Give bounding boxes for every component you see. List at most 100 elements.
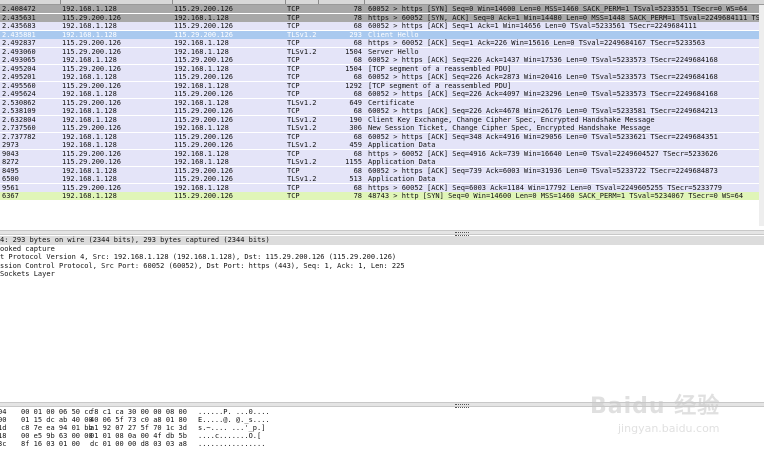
packet-destination: 192.168.1.128 (174, 183, 229, 192)
packet-row[interactable]: 2973 192.168.1.128 115.29.200.126 TLSv1.2 45… (0, 141, 764, 149)
column-divider-protocol[interactable] (285, 0, 286, 4)
packet-row[interactable]: 2.538109 192.168.1.128 115.29.200.126 TCP 68… (0, 107, 764, 115)
packet-info: New Session Ticket, Change Cipher Spec, … (368, 124, 651, 132)
ascii-dump: ......P. ...0.... (198, 408, 270, 416)
packet-row[interactable]: 2.632804 192.168.1.128 115.29.200.126 TLSv1… (0, 115, 764, 124)
packet-time: 2.435631 (2, 13, 36, 22)
packet-time: 2.493065 (2, 56, 36, 64)
packet-source: 115.29.200.126 (62, 39, 122, 47)
packet-destination: 192.168.1.128 (174, 149, 229, 158)
packet-row[interactable]: 2.737782 192.168.1.128 115.29.200.126 TCP 68… (0, 132, 764, 141)
packet-info: 60052 > https [ACK] Seq=226 Ack=1437 Win… (368, 56, 718, 64)
column-divider-source[interactable] (60, 0, 61, 4)
hex-bytes-first: 00 01 00 06 50 cc (21, 408, 93, 416)
packet-list-scrollbar[interactable] (759, 5, 764, 226)
packet-protocol: TCP (287, 73, 300, 81)
column-divider-destination[interactable] (172, 0, 173, 4)
packet-destination: 192.168.1.128 (174, 47, 229, 56)
packet-source: 115.29.200.126 (62, 64, 122, 73)
packet-row[interactable]: 2.408472 192.168.1.128 115.29.200.126 TCP 78… (0, 5, 764, 13)
packet-protocol: TLSv1.2 (287, 158, 317, 166)
packet-info: https > 60052 [ACK] Seq=6003 Ack=1184 Wi… (368, 183, 723, 192)
packet-info: 60052 > https [ACK] Seq=1 Ack=1 Win=1465… (368, 22, 697, 30)
packet-row[interactable]: 6367 192.168.1.128 115.29.200.126 TCP 78 4874… (0, 192, 764, 200)
packet-info: 60052 > https [SYN] Seq=0 Win=14600 Len=… (368, 5, 748, 13)
packet-time: 2.492837 (2, 39, 36, 47)
packet-info: 60052 > https [ACK] Seq=226 Ack=4097 Win… (368, 90, 718, 98)
packet-length: 78 (353, 13, 362, 22)
packet-row[interactable]: 9043 115.29.200.126 192.168.1.128 TCP 68 http… (0, 149, 764, 158)
packet-source: 192.168.1.128 (62, 166, 117, 175)
packet-row[interactable]: 6500 192.168.1.128 115.29.200.126 TLSv1.2 51… (0, 175, 764, 183)
packet-destination: 192.168.1.128 (174, 98, 229, 107)
packet-info: Client Key Exchange, Change Cipher Spec,… (368, 115, 655, 124)
packet-row[interactable]: 2.495624 192.168.1.128 115.29.200.126 TCP 68… (0, 90, 764, 98)
packet-time: 2.737782 (2, 132, 36, 141)
packet-source: 192.168.1.128 (62, 107, 117, 115)
packet-source: 192.168.1.128 (62, 141, 117, 149)
packet-length: 649 (349, 98, 362, 107)
detail-tree-item[interactable]: 4: 293 bytes on wire (2344 bits), 293 by… (0, 236, 764, 245)
packet-length: 68 (353, 39, 362, 47)
packet-source: 192.168.1.128 (62, 192, 117, 200)
packet-protocol: TCP (287, 81, 300, 90)
packet-source: 115.29.200.126 (62, 98, 122, 107)
packet-time: 2.435881 (2, 30, 36, 39)
packet-row[interactable]: 8272 115.29.200.126 192.168.1.128 TLSv1.2 11… (0, 158, 764, 166)
packet-source: 192.168.1.128 (62, 5, 117, 13)
packet-row[interactable]: 8495 192.168.1.128 115.29.200.126 TCP 68 6005… (0, 166, 764, 175)
packet-row[interactable]: 2.435631 115.29.200.126 192.168.1.128 TCP 78… (0, 13, 764, 22)
packet-source: 192.168.1.128 (62, 90, 117, 98)
packet-row[interactable]: 2.435683 192.168.1.128 115.29.200.126 TCP 68… (0, 22, 764, 30)
packet-protocol: TCP (287, 149, 300, 158)
ascii-dump: s.~.... ...'_p.] (198, 424, 266, 432)
packet-row[interactable]: 2.495204 115.29.200.126 192.168.1.128 TCP 15… (0, 64, 764, 73)
packet-protocol: TLSv1.2 (287, 47, 317, 56)
packet-row[interactable]: 2.737560 115.29.200.126 192.168.1.128 TLSv1… (0, 124, 764, 132)
packet-row[interactable]: 9561 115.29.200.126 192.168.1.128 TCP 68 http… (0, 183, 764, 192)
packet-length: 68 (353, 132, 362, 141)
ascii-dump: ................ (198, 440, 266, 448)
packet-row[interactable]: 2.530862 115.29.200.126 192.168.1.128 TLSv1… (0, 98, 764, 107)
detail-tree-item[interactable]: Sockets Layer (0, 270, 764, 279)
packet-info: Server Hello (368, 47, 419, 56)
packet-info: Application Data (368, 158, 436, 166)
packet-row[interactable]: 2.495201 192.168.1.128 115.29.200.126 TCP 68… (0, 73, 764, 81)
packet-protocol: TLSv1.2 (287, 141, 317, 149)
packet-row[interactable]: 2.493060 115.29.200.126 192.168.1.128 TLSv1… (0, 47, 764, 56)
packet-length: 459 (349, 141, 362, 149)
packet-row[interactable]: 2.493065 192.168.1.128 115.29.200.126 TCP 68… (0, 56, 764, 64)
packet-row[interactable] (0, 200, 764, 209)
packet-destination: 115.29.200.126 (174, 175, 234, 183)
packet-protocol: TCP (287, 90, 300, 98)
packet-row[interactable]: 2.435881 192.168.1.128 115.29.200.126 TLSv1… (0, 30, 764, 39)
packet-source: 115.29.200.126 (62, 81, 122, 90)
packet-length: 78 (353, 192, 362, 200)
packet-protocol: TLSv1.2 (287, 175, 317, 183)
pane-splitter-top[interactable] (0, 230, 764, 236)
packet-list[interactable]: 2.408472 192.168.1.128 115.29.200.126 TCP 78… (0, 0, 764, 226)
packet-time: 2.632804 (2, 115, 36, 124)
column-divider-length[interactable] (318, 0, 319, 4)
packet-length: 306 (349, 124, 362, 132)
watermark-url: jingyan.baidu.com (618, 422, 720, 435)
packet-destination: 115.29.200.126 (174, 166, 234, 175)
detail-tree-item[interactable]: ooked capture (0, 245, 764, 254)
packet-time: 2.737560 (2, 124, 36, 132)
packet-info: 60052 > https [ACK] Seq=348 Ack=4916 Win… (368, 132, 718, 141)
packet-info: https > 60052 [ACK] Seq=1 Ack=226 Win=15… (368, 39, 706, 47)
packet-length: 68 (353, 166, 362, 175)
ascii-dump: E.....@. @._s.... (198, 416, 270, 424)
packet-destination: 192.168.1.128 (174, 81, 229, 90)
detail-tree-item[interactable]: ssion Control Protocol, Src Port: 60052 … (0, 262, 764, 271)
packet-time: 2.495201 (2, 73, 36, 81)
column-divider-info[interactable] (364, 0, 365, 4)
hex-offset: 18 (0, 432, 7, 440)
packet-time: 2.495204 (2, 64, 36, 73)
packet-details[interactable]: 4: 293 bytes on wire (2344 bits), 293 by… (0, 236, 764, 402)
packet-time: 8272 (2, 158, 19, 166)
packet-row[interactable]: 2.495560 115.29.200.126 192.168.1.128 TCP 12… (0, 81, 764, 90)
packet-source: 192.168.1.128 (62, 175, 117, 183)
detail-tree-item[interactable]: t Protocol Version 4, Src: 192.168.1.128… (0, 253, 764, 262)
packet-row[interactable]: 2.492837 115.29.200.126 192.168.1.128 TCP 68… (0, 39, 764, 47)
